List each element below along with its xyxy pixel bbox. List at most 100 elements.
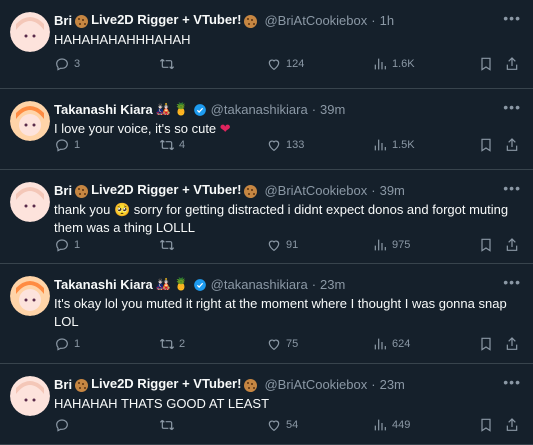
timestamp[interactable]: 39m <box>320 102 345 117</box>
like-button[interactable]: 133 <box>266 137 304 153</box>
name-decoration: 🎎 🍍 <box>153 276 207 292</box>
name-decoration: Live2D Rigger + VTuber! <box>72 12 260 28</box>
reply-button[interactable]: 3 <box>54 56 80 72</box>
view-count: 624 <box>392 338 411 350</box>
reply-icon <box>56 58 68 71</box>
display-name[interactable]: Bri <box>54 377 72 392</box>
bookmark-icon <box>481 418 491 432</box>
heart-icon <box>268 240 280 252</box>
share-button[interactable] <box>504 56 524 72</box>
cookie-emoji-icon <box>244 184 258 198</box>
views-button[interactable]: 1.6K <box>372 56 415 72</box>
share-button[interactable] <box>504 237 524 253</box>
reply-count: 1 <box>74 239 81 251</box>
avatar[interactable] <box>10 182 50 222</box>
views-button[interactable]: 975 <box>372 237 410 253</box>
tweet[interactable]: Bri Live2D Rigger + VTuber! @BriAtCookie… <box>0 0 533 89</box>
user-handle[interactable]: @BriAtCookiebox <box>264 377 367 392</box>
avatar[interactable] <box>10 12 50 52</box>
bookmark-button[interactable] <box>478 137 498 153</box>
heart-icon <box>268 140 280 152</box>
bookmark-icon <box>481 138 491 152</box>
retweet-button[interactable] <box>159 237 179 253</box>
analytics-icon <box>374 239 386 251</box>
reply-button[interactable]: 1 <box>54 336 80 352</box>
tweet[interactable]: Bri Live2D Rigger + VTuber! @BriAtCookie… <box>0 364 533 445</box>
share-icon <box>506 418 518 431</box>
user-handle[interactable]: @BriAtCookiebox <box>264 183 367 198</box>
display-name-suffix: Live2D Rigger + VTuber! <box>91 182 242 198</box>
avatar[interactable] <box>10 276 50 316</box>
views-button[interactable]: 624 <box>372 336 410 352</box>
like-count: 91 <box>286 239 299 251</box>
more-options-icon[interactable]: ••• <box>503 99 521 115</box>
retweet-button[interactable] <box>159 417 179 433</box>
bookmark-icon <box>481 57 491 71</box>
display-name-suffix: Live2D Rigger + VTuber! <box>91 12 242 28</box>
tweet[interactable]: Takanashi Kiara 🎎 🍍 @takanashikiara · 39m… <box>0 89 533 170</box>
retweet-button[interactable] <box>159 56 179 72</box>
analytics-icon <box>374 338 386 350</box>
retweet-button[interactable]: 2 <box>159 336 185 352</box>
share-button[interactable] <box>504 417 524 433</box>
gift-emoji-icon: 🎎 <box>155 277 171 292</box>
bookmark-button[interactable] <box>478 336 498 352</box>
reply-button[interactable]: 1 <box>54 237 80 253</box>
name-decoration: 🎎 🍍 <box>153 101 207 117</box>
user-handle[interactable]: @takanashikiara <box>211 277 308 292</box>
separator-dot: · <box>371 376 376 392</box>
display-name[interactable]: Bri <box>54 183 72 198</box>
timestamp[interactable]: 23m <box>380 377 405 392</box>
display-name[interactable]: Bri <box>54 13 72 28</box>
share-icon <box>506 57 518 70</box>
more-options-icon[interactable]: ••• <box>503 180 521 196</box>
display-name-suffix: Live2D Rigger + VTuber! <box>91 376 242 392</box>
bookmark-button[interactable] <box>478 237 498 253</box>
like-count: 124 <box>286 58 305 70</box>
user-handle[interactable]: @BriAtCookiebox <box>264 13 367 28</box>
display-name[interactable]: Takanashi Kiara <box>54 102 153 117</box>
view-count: 975 <box>392 239 411 251</box>
tweet-text: HAHAHAHAHHHAHAH <box>54 32 191 47</box>
timestamp[interactable]: 1h <box>380 13 394 28</box>
view-count: 1.6K <box>392 58 415 70</box>
user-handle[interactable]: @takanashikiara <box>211 102 308 117</box>
reply-icon <box>56 139 68 152</box>
display-name[interactable]: Takanashi Kiara <box>54 277 153 292</box>
separator-dot: · <box>311 101 317 117</box>
heart-icon <box>268 420 280 432</box>
share-button[interactable] <box>504 336 524 352</box>
views-button[interactable]: 449 <box>372 417 410 433</box>
bookmark-button[interactable] <box>478 417 498 433</box>
bookmark-button[interactable] <box>478 56 498 72</box>
timestamp[interactable]: 39m <box>380 183 405 198</box>
retweet-icon <box>159 139 175 151</box>
more-options-icon[interactable]: ••• <box>503 10 521 26</box>
avatar[interactable] <box>10 376 50 416</box>
tweet-text: HAHAHAH THATS GOOD AT LEAST <box>54 396 270 411</box>
tweet[interactable]: Bri Live2D Rigger + VTuber! @BriAtCookie… <box>0 170 533 264</box>
reply-button[interactable]: 1 <box>54 137 80 153</box>
avatar[interactable] <box>10 101 50 141</box>
reply-icon <box>56 419 68 432</box>
tweet-header: Takanashi Kiara 🎎 🍍 @takanashikiara · 39m <box>54 100 493 118</box>
views-button[interactable]: 1.5K <box>372 137 415 153</box>
share-button[interactable] <box>504 137 524 153</box>
cookie-emoji-icon <box>75 14 89 28</box>
like-button[interactable]: 75 <box>266 336 298 352</box>
like-button[interactable]: 124 <box>266 56 304 72</box>
tweet-header: Bri Live2D Rigger + VTuber! @BriAtCookie… <box>54 181 493 199</box>
action-bar: 1 4 133 1.5K <box>54 135 523 155</box>
tweet[interactable]: Takanashi Kiara 🎎 🍍 @takanashikiara · 23m… <box>0 264 533 364</box>
more-options-icon[interactable]: ••• <box>503 374 521 390</box>
timestamp[interactable]: 23m <box>320 277 345 292</box>
more-options-icon[interactable]: ••• <box>503 274 521 290</box>
like-button[interactable]: 91 <box>266 237 298 253</box>
retweet-icon <box>159 338 175 350</box>
reply-button[interactable] <box>54 417 74 433</box>
reply-count: 1 <box>74 139 81 151</box>
analytics-icon <box>374 419 386 431</box>
share-icon <box>506 138 518 151</box>
retweet-button[interactable]: 4 <box>159 137 185 153</box>
like-button[interactable]: 54 <box>266 417 298 433</box>
